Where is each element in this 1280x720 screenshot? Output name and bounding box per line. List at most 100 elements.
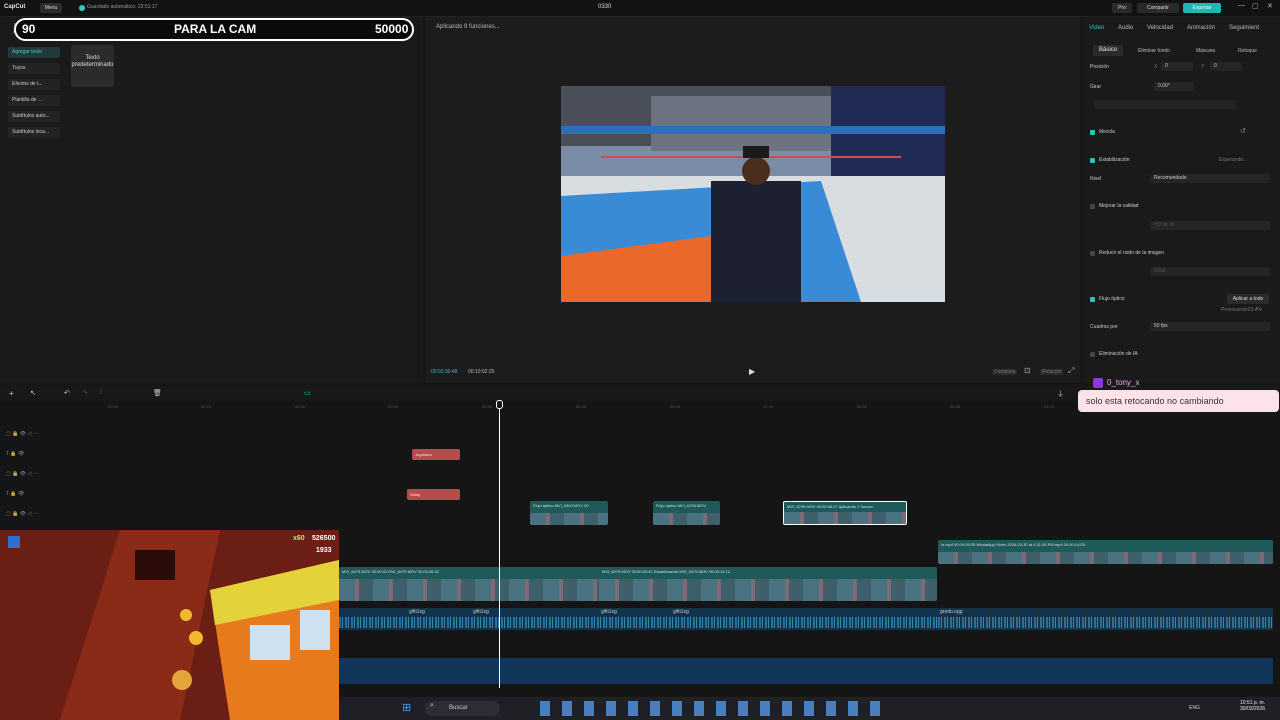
pos-y-input[interactable]: 0 <box>1210 62 1242 71</box>
autosave-icon <box>79 5 85 11</box>
sidebar-item-subtitulos-auto[interactable]: Subtítulos auto... <box>8 111 60 122</box>
level-select[interactable]: Recomendado <box>1150 174 1270 183</box>
overlay-video-clip[interactable]: Flujo óptico MVI_6295.MOV <box>653 501 720 525</box>
sidebar-item-tuyos[interactable]: Tuyos <box>8 63 60 74</box>
app-logo: CapCut <box>4 4 26 10</box>
mic-icon[interactable]: ⏚ <box>1057 389 1064 399</box>
apply-all-button[interactable]: Aplicar a todo <box>1227 294 1269 304</box>
playhead-handle[interactable] <box>496 400 503 409</box>
stabilization-status: Esperando... <box>1219 157 1248 163</box>
ruler-tick: 00:30 <box>482 404 493 409</box>
tab-animacion[interactable]: Animación <box>1187 25 1215 31</box>
keyboard-language[interactable]: ENG <box>1189 705 1200 711</box>
audio-track[interactable] <box>938 608 1273 630</box>
music-track[interactable] <box>339 658 1273 684</box>
clock-date: 30/03/2026 <box>1240 706 1266 712</box>
play-icon[interactable]: ▶ <box>749 367 755 376</box>
overlay-video-clip-selected[interactable]: MVI_6299.MOV 00:00:06:27 Aplicando 2 fun… <box>783 501 907 525</box>
ai-remove-checkbox[interactable] <box>1090 352 1095 357</box>
fit-button[interactable]: Completa <box>992 369 1018 375</box>
sidebar-item-subtitulos-locales[interactable]: Subtítulos loca... <box>8 127 60 138</box>
ruler-tick: 00:40 <box>670 404 681 409</box>
clock[interactable]: 10:51 p. m. 30/03/2026 <box>1240 700 1265 712</box>
sidebar-item-agregar-texto[interactable]: Agregar texto <box>8 47 60 58</box>
track-header-text[interactable]: T 🔒 👁 <box>6 451 24 457</box>
playhead[interactable] <box>499 401 500 688</box>
magnet-icon[interactable]: ▭ <box>304 389 311 397</box>
close-icon[interactable]: ✕ <box>1267 2 1273 10</box>
subtab-basico[interactable]: Básico <box>1093 45 1123 56</box>
start-icon[interactable]: ⊞ <box>402 701 411 714</box>
video-preview[interactable] <box>561 86 945 302</box>
ruler-tick: 00:50 <box>857 404 868 409</box>
screenshot-icon[interactable]: ⊡ <box>1024 366 1031 375</box>
taskbar-search[interactable]: Buscar <box>425 701 500 716</box>
main-video-clip[interactable]: MVI_6479.MOV 00:00:03 MVI_6479.MOV 00:00… <box>339 567 639 601</box>
minimize-icon[interactable]: — <box>1238 2 1245 9</box>
audio-track[interactable] <box>339 608 938 630</box>
tab-seguimiento[interactable]: Seguimient <box>1229 25 1259 31</box>
sidebar-item-efectos-texto[interactable]: Efectos de t... <box>8 79 60 90</box>
noise-select[interactable]: Débil <box>1150 267 1270 276</box>
tab-video[interactable]: Video <box>1089 25 1104 31</box>
text-clip[interactable]: Jugadora <box>412 449 460 460</box>
rotate-input[interactable]: 0.00° <box>1154 82 1194 91</box>
maximize-icon[interactable]: ▢ <box>1252 2 1259 10</box>
track-header-text[interactable]: T 🔒 👁 <box>6 491 24 497</box>
fullscreen-icon[interactable]: ⤢ <box>1068 366 1074 376</box>
optical-flow-checkbox[interactable] <box>1090 297 1095 302</box>
sidebar-item-plantilla[interactable]: Plantilla de ... <box>8 95 60 106</box>
upper-video-clip[interactable]: lo.mp4 00:00:05:25 WhatsApp Video 2026-0… <box>938 540 1273 564</box>
ruler-tick: 00:10 <box>108 404 119 409</box>
project-title: 0330 <box>598 4 612 10</box>
game-score: 526500 <box>312 535 336 542</box>
position-label: Posición <box>1090 64 1109 70</box>
noise-checkbox[interactable] <box>1090 251 1095 256</box>
tab-audio[interactable]: Audio <box>1118 25 1133 31</box>
subtab-eliminar-fondo[interactable]: Eliminar fondo <box>1138 48 1170 54</box>
split-icon[interactable]: ⫶ <box>100 389 102 397</box>
gym-scene-image <box>561 86 945 302</box>
ratio-button[interactable]: Relación <box>1040 369 1064 375</box>
select-tool-icon[interactable]: ↖ <box>30 389 36 397</box>
title-bar <box>0 0 1280 17</box>
apply-status: Aplicando 9 funciones... <box>436 24 500 30</box>
ruler-tick: 00:45 <box>763 404 774 409</box>
stabilization-label: Estabilización <box>1099 157 1130 163</box>
delete-icon[interactable]: 🗑 <box>153 389 162 397</box>
text-clip[interactable]: Dalay <box>407 489 460 500</box>
redo-icon[interactable]: ↷ <box>82 389 88 397</box>
subtab-mascara[interactable]: Máscara <box>1196 48 1215 54</box>
align-toolbar[interactable] <box>1094 100 1236 109</box>
share-button[interactable]: Compartir <box>1137 3 1179 13</box>
overlay-video-clip[interactable]: Flujo óptico MVI_6303.MOV 00 <box>530 501 608 525</box>
track-header-text[interactable]: ▢ 🔒 👁 ◁ ⋯ <box>6 471 38 477</box>
ruler-tick: 00:25 <box>388 404 399 409</box>
default-text-card[interactable]: Texto predeterminado <box>71 45 114 87</box>
subtab-retoque[interactable]: Retoque <box>1238 48 1257 54</box>
add-icon[interactable]: + <box>9 389 14 398</box>
mix-label: Mezcla <box>1099 129 1115 135</box>
pro-button[interactable]: Pro <box>1112 3 1132 13</box>
level-label: Nivel <box>1090 176 1102 182</box>
processing-status: Procesando23.4% <box>1221 307 1262 313</box>
menu-button[interactable]: Menú <box>40 3 62 13</box>
main-video-clip[interactable]: MVI_6479.MOV 00:00:03:41 Estabilización … <box>599 567 937 601</box>
pos-x-input[interactable]: 0 <box>1161 62 1193 71</box>
export-button[interactable]: Exportar <box>1183 3 1221 13</box>
track-header-text[interactable]: ▢ 🔒 👁 ◁ ⋯ <box>6 431 38 437</box>
reset-icon[interactable]: ↺ <box>1240 127 1246 135</box>
enhance-select[interactable]: HD de IA <box>1150 221 1270 230</box>
fps-select[interactable]: 50 fps <box>1150 322 1270 331</box>
stabilization-checkbox[interactable] <box>1090 158 1095 163</box>
autosave-status: Guardado automático: 22:51:17 <box>87 4 158 10</box>
undo-icon[interactable]: ↶ <box>64 389 70 397</box>
optical-flow-label: Flujo óptico <box>1099 296 1125 302</box>
enhance-checkbox[interactable] <box>1090 204 1095 209</box>
mix-checkbox[interactable] <box>1090 130 1095 135</box>
ai-remove-label: Eliminación de IA <box>1099 351 1138 357</box>
track-header-video[interactable]: ▢ 🔒 👁 ◁ ⋯ <box>6 511 38 517</box>
tab-velocidad[interactable]: Velocidad <box>1147 25 1173 31</box>
taskbar-app-icons[interactable] <box>540 701 880 716</box>
subway-game-scene <box>0 530 339 720</box>
